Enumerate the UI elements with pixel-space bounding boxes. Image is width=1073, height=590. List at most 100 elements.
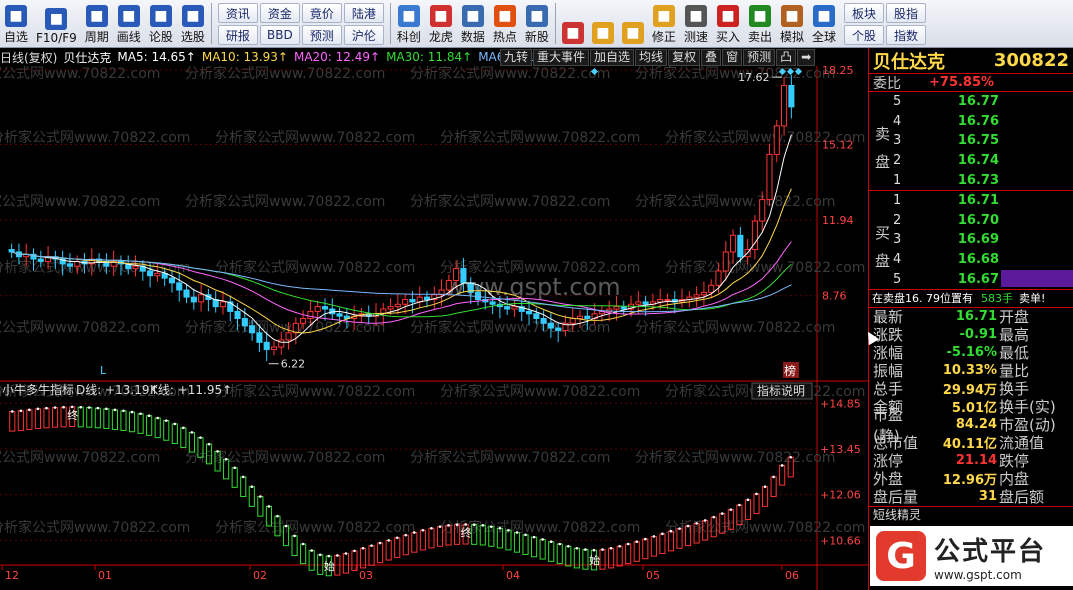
watermark-text: 分析家公式网www.70822.com <box>215 519 415 536</box>
bid-level-row[interactable]: 1 16.71 <box>869 191 1073 211</box>
candle-body <box>657 299 664 303</box>
toolbar-button-label: 新股 <box>524 30 549 44</box>
candle-body <box>766 153 773 201</box>
indicator-k-dot <box>558 542 562 546</box>
ask-level-row[interactable]: 1 16.73 <box>869 170 1073 190</box>
level-price: 16.75 <box>957 133 999 149</box>
indicator-signal-marker: 始 <box>589 553 600 567</box>
ask-level-row[interactable]: 3 16.75 <box>869 131 1073 151</box>
toolbar-grid-button[interactable]: 沪伦 <box>343 25 384 45</box>
toolbar-grid-right-button[interactable]: 股指 <box>886 3 927 23</box>
layout-button[interactable]: ■ <box>558 0 588 47</box>
indicator-k-dot <box>635 540 639 544</box>
ask-level-row[interactable]: 2 16.74 <box>869 151 1073 171</box>
indicator-k-dot <box>87 406 91 409</box>
toolbar-grid-right-button[interactable]: 个股 <box>844 25 885 45</box>
indicator-k-dot <box>789 455 793 459</box>
toolbar-divider <box>389 3 391 44</box>
quote-title: 贝仕达克 300822 <box>869 48 1073 74</box>
up-down-button[interactable]: ■ <box>618 0 648 47</box>
speed-test-button[interactable]: ■ 测速 <box>680 0 712 47</box>
globe-button[interactable]: ■ 全球 <box>808 0 840 47</box>
candle-body <box>409 299 416 303</box>
short-line-label[interactable]: 短线精灵 <box>873 506 921 523</box>
toolbar-grid-button[interactable]: 资金 <box>259 3 300 23</box>
toolbar-grid-button[interactable]: 资讯 <box>217 3 258 23</box>
indicator-k-dot <box>575 546 579 550</box>
bid-level-row[interactable]: 2 16.70 <box>869 211 1073 231</box>
data-button[interactable]: ■ 数据 <box>457 0 489 47</box>
candle-body <box>737 234 744 258</box>
candle-body <box>525 310 533 315</box>
quick-tab[interactable]: 窗 <box>722 49 743 66</box>
toolbar-grid-button[interactable]: 预测 <box>301 25 342 45</box>
candle-body <box>722 251 729 272</box>
watermark-text: 分析家公式网www.70822.com <box>635 66 835 82</box>
dragon-tiger-button[interactable]: ■ 龙虎 <box>425 0 457 47</box>
hotspot-button[interactable]: ■ 热点 <box>489 0 521 47</box>
candle-body <box>256 332 263 343</box>
ask-level-row[interactable]: 4 16.76 <box>869 112 1073 132</box>
period-button[interactable]: ■ 周期 <box>81 0 113 47</box>
stock-picker-icon: ■ <box>181 5 204 27</box>
toolbar-grid-button[interactable]: BBD <box>259 25 300 45</box>
short-line-row[interactable]: 短线精灵 <box>869 505 1073 523</box>
quick-tab[interactable]: 九转 <box>500 49 533 66</box>
indicator-tick-label: +10.66 <box>820 534 861 547</box>
discuss-button[interactable]: ■ 论股 <box>145 0 177 47</box>
indicator-k-dot <box>310 549 313 552</box>
indicator-k-dot <box>661 532 664 536</box>
candle-body <box>700 291 707 296</box>
simulate-button[interactable]: ■ 模拟 <box>776 0 808 47</box>
level-price: 16.67 <box>957 271 999 287</box>
back-arrow-button[interactable]: ■ <box>588 0 618 47</box>
toolbar-button-label: 选股 <box>180 30 205 44</box>
toolbar-grid-right-button[interactable]: 板块 <box>844 3 885 23</box>
level-number: 5 <box>893 271 902 287</box>
indicator-k-dot <box>669 529 673 533</box>
indicator-k-dot <box>284 524 288 528</box>
ipo-button[interactable]: ■ 新股 <box>521 0 553 47</box>
draw-line-button[interactable]: ■ 画线 <box>113 0 145 47</box>
quick-tab[interactable]: 叠 <box>701 49 722 66</box>
toolbar-button-label: F10/F9 <box>36 31 77 45</box>
bid-level-row[interactable]: 3 16.69 <box>869 230 1073 250</box>
toolbar-grid-button[interactable]: 陆港 <box>343 3 384 23</box>
ask-level-row[interactable]: 5 16.77 <box>869 92 1073 112</box>
sell-button[interactable]: ■ 卖出 <box>744 0 776 47</box>
stock-picker-button[interactable]: ■ 选股 <box>177 0 209 47</box>
toolbar-grid-right-button[interactable]: 指数 <box>886 25 927 45</box>
quick-tab[interactable]: 加自选 <box>590 49 635 66</box>
indicator-k-dot <box>353 549 356 553</box>
toolbar-grid-button[interactable]: 竟价 <box>301 3 342 23</box>
quick-tab[interactable]: ➡ <box>797 49 816 66</box>
quick-tab[interactable]: 凸 <box>776 49 797 66</box>
quick-tab[interactable]: 重大事件 <box>533 49 590 66</box>
toolbar-right-group: ■ ■ ■ ■ 修正 ■ 测速 ■ 买入 ■ 卖出 ■ 模拟 ■ 全球 <box>558 0 840 47</box>
quick-tab[interactable]: 均线 <box>635 49 668 66</box>
toolbar-grid-button[interactable]: 研报 <box>217 25 258 45</box>
candle-body <box>387 306 394 310</box>
indicator-signal-marker: 终 <box>461 525 472 539</box>
period-label[interactable]: 日线(复权) <box>0 49 57 66</box>
indicator-k-dot <box>678 527 681 530</box>
toolbar-button-label: 画线 <box>116 30 141 44</box>
buy-button[interactable]: ■ 买入 <box>712 0 744 47</box>
indicator-k-dot <box>182 426 185 430</box>
bid-level-row[interactable]: 4 16.68 <box>869 250 1073 270</box>
watchlist-button[interactable]: ■ 自选 <box>0 0 32 47</box>
indicator-d-line: D线: +13.19↑ <box>76 383 160 397</box>
indicator-k-dot <box>772 475 775 479</box>
adjust-button[interactable]: ■ 修正 <box>648 0 680 47</box>
candle-body <box>66 263 73 267</box>
quick-tab[interactable]: 预测 <box>743 49 776 66</box>
candle-body <box>759 199 766 222</box>
indicator-tick-label: +14.85 <box>820 397 861 410</box>
f10-button[interactable]: ■ F10/F9 <box>32 0 81 47</box>
star-market-button[interactable]: ■ 科创 <box>393 0 425 47</box>
candle-body <box>249 325 256 334</box>
quick-tab[interactable]: 复权 <box>668 49 701 66</box>
layout-icon: ■ <box>561 22 584 44</box>
bid-level-row[interactable]: 5 16.67 <box>869 269 1073 289</box>
candle-body <box>547 322 554 329</box>
